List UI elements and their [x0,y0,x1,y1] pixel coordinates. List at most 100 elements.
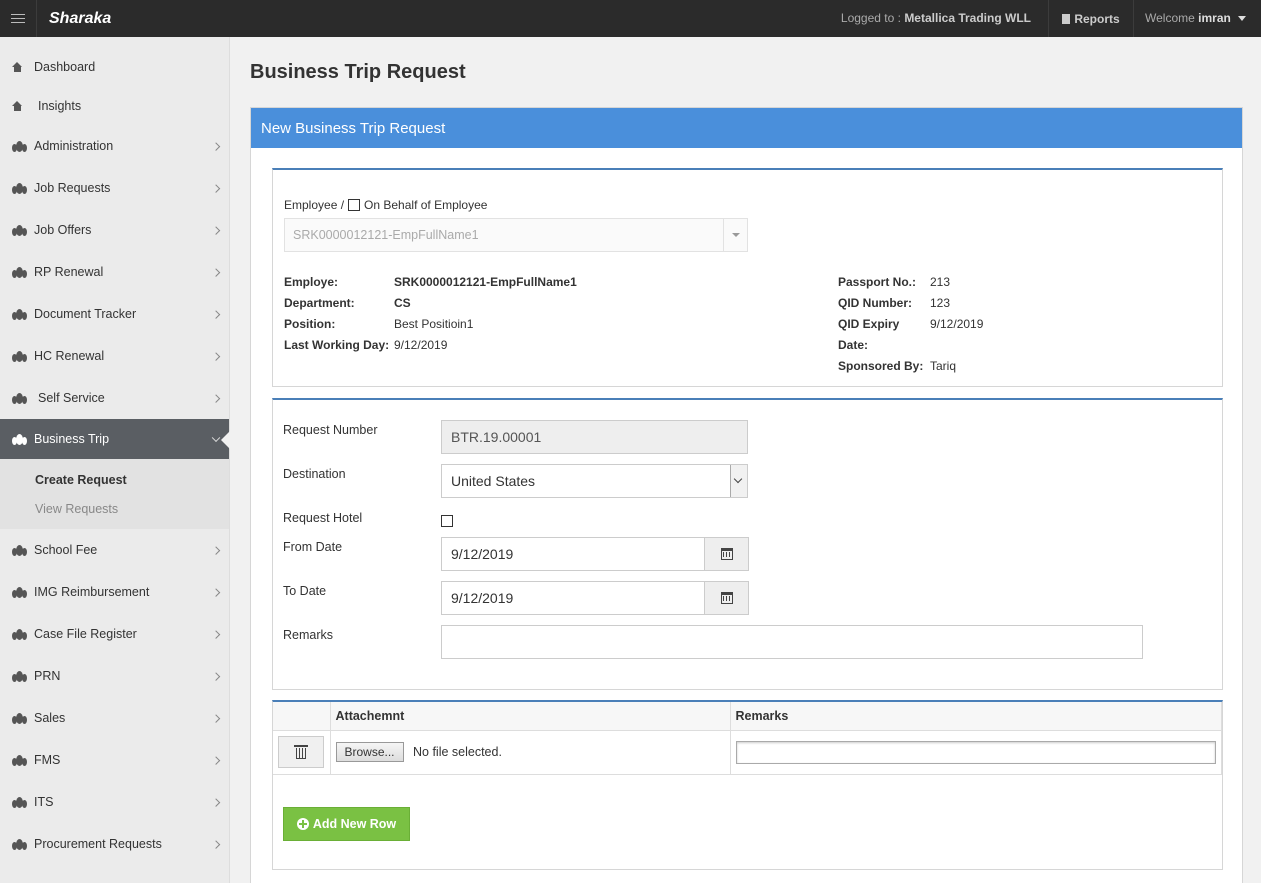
reports-label: Reports [1074,11,1120,26]
submenu-view-requests[interactable]: View Requests [0,494,229,523]
logged-prefix: Logged to : [840,11,901,25]
plus-circle-icon [296,818,309,830]
no-file-text: No file selected. [413,745,502,759]
username: imran [1198,11,1231,25]
browse-button[interactable]: Browse... [335,742,404,762]
detail-row: QID Number: 123 [838,293,983,314]
sidebar-item-label: Insights [38,98,82,113]
detail-value: 9/12/2019 [394,338,448,352]
hamburger-icon [11,14,25,23]
sidebar-item-img-reimbursement[interactable]: IMG Reimbursement [0,571,229,613]
sidebar-item-label: Dashboard [34,59,96,74]
on-behalf-label: On Behalf of Employee [364,198,488,212]
employee-details-left: Employe: SRK0000012121-EmpFullName1 Depar… [284,272,577,356]
to-date-calendar-button[interactable] [704,582,748,614]
chevron-right-icon [211,798,221,807]
menu-toggle-button[interactable] [0,0,37,37]
sidebar-item-label: Administration [34,139,114,153]
detail-key: Department: [284,296,355,310]
detail-row: QID Expiry Date: 9/12/2019 [838,314,983,356]
chevron-right-icon [211,546,221,555]
sidebar-item-label: PRN [34,669,61,683]
table-row: Browse... No file selected. [273,730,1222,775]
chevron-right-icon [211,714,221,723]
users-icon [12,628,27,640]
remarks-label: Remarks [283,628,334,642]
detail-value: Best Positioin1 [394,317,474,331]
employee-label-row: Employee / On Behalf of Employee [284,198,487,212]
detail-row: Position: Best Positioin1 [284,314,577,335]
reports-button[interactable]: Reports [1048,0,1134,37]
panel-title: New Business Trip Request [251,108,1242,148]
from-date-value: 9/12/2019 [451,546,514,562]
chevron-right-icon [211,840,221,849]
sidebar-item-dashboard[interactable]: Dashboard [0,47,229,86]
trash-icon [294,745,308,759]
sidebar-item-procurement-requests[interactable]: Procurement Requests [0,823,229,865]
chevron-right-icon [211,394,221,403]
brand-logo[interactable]: Sharaka [49,10,111,28]
attachment-remarks-input[interactable] [735,740,1216,764]
calendar-icon [720,592,733,604]
employee-select[interactable]: SRK0000012121-EmpFullName1 [284,218,748,252]
sidebar-item-fms[interactable]: FMS [0,739,229,781]
sidebar-item-job-requests[interactable]: Job Requests [0,167,229,209]
dropdown-arrow-icon [723,219,747,251]
chevron-right-icon [211,672,221,681]
request-hotel-checkbox[interactable] [441,515,453,527]
destination-label: Destination [283,467,346,481]
detail-value: SRK0000012121-EmpFullName1 [394,275,577,289]
sidebar-item-business-trip[interactable]: Business Trip [0,419,230,459]
submenu-create-request[interactable]: Create Request [0,465,229,494]
sidebar-item-document-tracker[interactable]: Document Tracker [0,293,229,335]
sidebar-item-its[interactable]: ITS [0,781,229,823]
remarks-field[interactable] [441,625,1143,659]
sidebar-item-job-offers[interactable]: Job Offers [0,209,229,251]
sidebar-item-insights[interactable]: Insights [0,86,229,125]
to-date-label: To Date [283,584,327,598]
from-date-calendar-button[interactable] [704,538,748,570]
to-date-field[interactable]: 9/12/2019 [441,581,749,615]
detail-value: 213 [930,275,951,289]
sidebar-item-school-fee[interactable]: School Fee [0,529,229,571]
users-icon [12,182,27,194]
sidebar-item-self-service[interactable]: Self Service [0,377,229,419]
employee-section: Employee / On Behalf of Employee SRK0000… [272,168,1223,387]
sidebar-item-administration[interactable]: Administration [0,125,229,167]
add-new-row-label: Add New Row [312,817,397,831]
top-bar: Sharaka Logged to : Metallica Trading WL… [0,0,1261,37]
sidebar-item-sales[interactable]: Sales [0,697,229,739]
chevron-right-icon [211,630,221,639]
caret-down-icon [1238,16,1247,22]
on-behalf-checkbox[interactable] [348,199,361,211]
add-new-row-button[interactable]: Add New Row [283,807,410,841]
users-icon [12,392,27,404]
chevron-right-icon [211,184,221,193]
sidebar-item-label: FMS [34,753,61,767]
employee-select-value: SRK0000012121-EmpFullName1 [293,228,479,242]
actions-cell [273,730,331,775]
request-hotel-label: Request Hotel [283,511,363,525]
remarks-header: Remarks [730,702,1222,731]
chevron-right-icon [211,268,221,277]
company-name: Metallica Trading WLL [904,11,1031,25]
from-date-label: From Date [283,540,343,554]
delete-row-button[interactable] [278,736,324,768]
destination-select[interactable]: United States [441,464,748,498]
users-icon [12,308,27,320]
user-menu[interactable]: Welcome imran [1145,11,1247,25]
sidebar-item-hc-renewal[interactable]: HC Renewal [0,335,229,377]
users-icon [12,712,27,724]
sidebar-item-case-file-register[interactable]: Case File Register [0,613,229,655]
sidebar: Dashboard Insights Administration Job Re… [0,37,230,883]
sidebar-item-label: Case File Register [34,627,137,641]
sidebar-item-label: Job Offers [34,223,92,237]
detail-row: Department: CS [284,293,577,314]
document-icon [1062,13,1071,24]
sidebar-item-rp-renewal[interactable]: RP Renewal [0,251,229,293]
sidebar-item-prn[interactable]: PRN [0,655,229,697]
detail-value: CS [394,296,411,310]
users-icon [12,544,27,556]
from-date-field[interactable]: 9/12/2019 [441,537,749,571]
detail-key: QID Number: [838,296,913,310]
